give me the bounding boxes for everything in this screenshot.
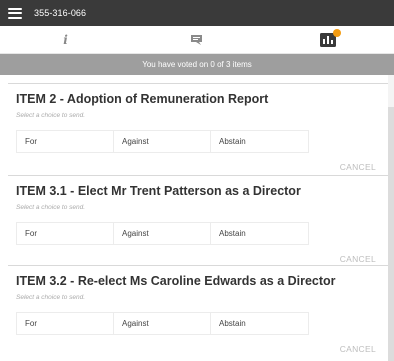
resolution-hint: Select a choice to send. — [16, 294, 86, 301]
chat-icon — [191, 35, 202, 45]
vote-status-bar: You have voted on 0 of 3 items — [0, 54, 394, 75]
info-icon: i — [63, 33, 68, 47]
resolution-item: ITEM 3.1 - Elect Mr Trent Patterson as a… — [8, 175, 388, 267]
vote-for-button[interactable]: For — [17, 223, 114, 244]
vote-abstain-button[interactable]: Abstain — [211, 131, 308, 152]
cancel-button[interactable]: CANCEL — [340, 344, 376, 354]
vote-choices: For Against Abstain — [16, 130, 309, 153]
resolution-title: ITEM 3.1 - Elect Mr Trent Patterson as a… — [16, 184, 301, 198]
meeting-id: 355-316-066 — [34, 8, 87, 18]
resolution-item: ITEM 3.2 - Re-elect Ms Caroline Edwards … — [8, 265, 388, 361]
vote-abstain-button[interactable]: Abstain — [211, 223, 308, 244]
top-bar: 355-316-066 — [0, 0, 394, 26]
vote-for-button[interactable]: For — [17, 131, 114, 152]
vote-for-button[interactable]: For — [17, 313, 114, 334]
vote-against-button[interactable]: Against — [114, 131, 211, 152]
tab-info[interactable]: i — [0, 26, 131, 54]
vote-choices: For Against Abstain — [16, 312, 309, 335]
vote-icon — [320, 29, 341, 47]
menu-icon[interactable] — [8, 7, 22, 19]
vote-choices: For Against Abstain — [16, 222, 309, 245]
cancel-button[interactable]: CANCEL — [340, 162, 376, 172]
scrollbar-thumb[interactable] — [388, 107, 394, 361]
resolution-title: ITEM 3.2 - Re-elect Ms Caroline Edwards … — [16, 274, 336, 288]
resolution-item: ITEM 2 - Adoption of Remuneration Report… — [8, 83, 388, 175]
vote-against-button[interactable]: Against — [114, 313, 211, 334]
resolution-title: ITEM 2 - Adoption of Remuneration Report — [16, 92, 269, 106]
resolutions-list[interactable]: ITEM 2 - Adoption of Remuneration Report… — [0, 75, 394, 361]
tab-bar: i — [0, 26, 394, 54]
vote-against-button[interactable]: Against — [114, 223, 211, 244]
cancel-button[interactable]: CANCEL — [340, 254, 376, 264]
scrollbar-track[interactable] — [388, 75, 394, 361]
resolution-hint: Select a choice to send. — [16, 112, 86, 119]
notification-badge — [333, 29, 341, 37]
resolution-hint: Select a choice to send. — [16, 204, 86, 211]
vote-status-text: You have voted on 0 of 3 items — [142, 60, 252, 69]
vote-abstain-button[interactable]: Abstain — [211, 313, 308, 334]
tab-chat[interactable] — [131, 26, 262, 54]
tab-vote[interactable] — [262, 26, 394, 54]
